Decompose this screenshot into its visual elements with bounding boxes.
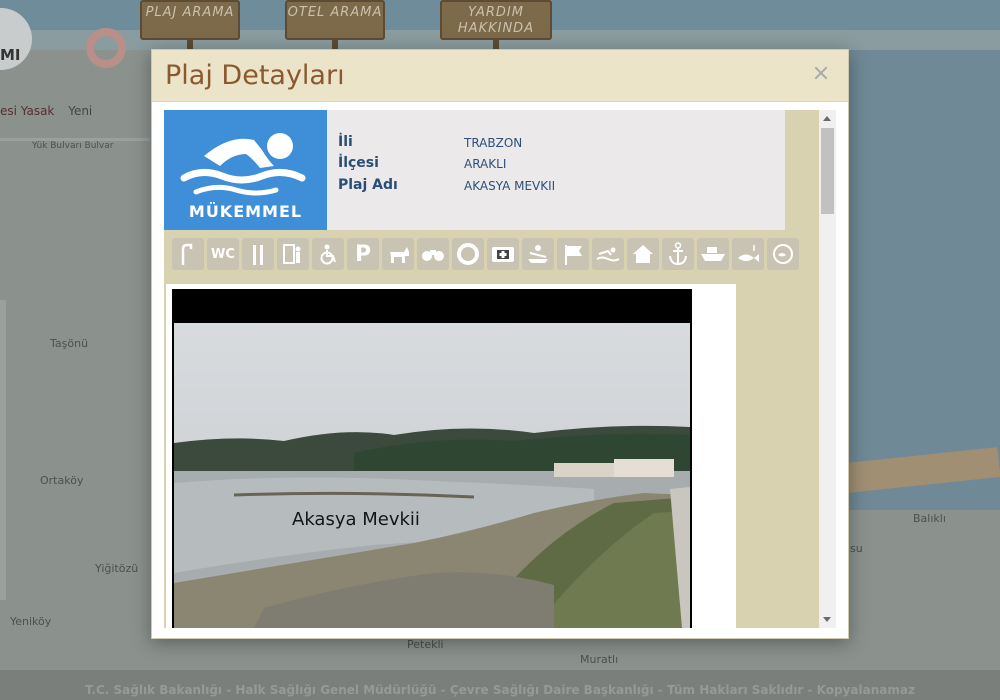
map-place-label: Yeniköy	[10, 615, 52, 628]
first-aid-icon	[487, 238, 519, 270]
parking-icon: P	[347, 238, 379, 270]
rowing-icon	[522, 238, 554, 270]
map-place-label: Yiğitözü	[95, 562, 139, 575]
info-value: TRABZON	[464, 136, 523, 150]
map-place-label: Taşönü	[50, 337, 89, 350]
house-icon	[627, 238, 659, 270]
map-place-label: Balıklı	[913, 512, 946, 525]
modal-header: Plaj Detayları	[152, 50, 848, 102]
info-label: Plaj Adı	[338, 177, 398, 193]
nav-beach-search[interactable]: PLAJ ARAMA	[140, 0, 240, 40]
map-road-label: Yük Bulvarı Bulvar	[32, 141, 114, 151]
parking-label: P	[354, 241, 372, 267]
scroll-down-icon[interactable]	[823, 617, 831, 622]
quality-badge: MÜKEMMEL	[164, 110, 327, 230]
legend-forbidden: esi Yasak	[0, 104, 55, 118]
info-value: ARAKLI	[464, 157, 507, 171]
badge-label: MÜKEMMEL	[188, 202, 303, 221]
shower-icon	[172, 238, 204, 270]
map-legend: esi Yasak Yeni	[0, 104, 92, 118]
map-place-label: su	[850, 542, 863, 555]
beach-info-card: MÜKEMMEL İli TRABZON İlçesi ARAKLI Plaj …	[164, 110, 785, 230]
scroll-thumb[interactable]	[821, 128, 834, 214]
flag-icon	[557, 238, 589, 270]
nav-help-about[interactable]: YARDIM HAKKINDA	[440, 0, 552, 40]
lifebuoy-logo-icon	[86, 28, 126, 68]
binoculars-icon	[417, 238, 449, 270]
footer: T.C. Sağlık Bakanlığı - Halk Sağlığı Gen…	[0, 670, 1000, 700]
beach-photo[interactable]: Akasya Mevkii	[172, 289, 692, 628]
info-value: AKASYA MEVKII	[464, 179, 556, 193]
modal-title: Plaj Detayları	[165, 60, 345, 91]
map-place-label: Muratlı	[580, 653, 619, 666]
aquarium-icon	[767, 238, 799, 270]
facility-icons: WC P	[172, 238, 802, 270]
anchor-icon	[662, 238, 694, 270]
logo-text: MI	[0, 46, 21, 64]
boat-icon	[697, 238, 729, 270]
map-place-label: Petekli	[407, 638, 444, 651]
restaurant-icon	[242, 238, 274, 270]
modal-scrollbar[interactable]	[819, 110, 836, 628]
pets-icon	[382, 238, 414, 270]
close-icon[interactable]	[812, 64, 830, 82]
map-place-label: Ortaköy	[40, 474, 84, 487]
beach-photo-frame: Akasya Mevkii	[166, 284, 736, 628]
accessible-icon	[312, 238, 344, 270]
fishing-icon	[732, 238, 764, 270]
info-label: İli	[338, 134, 353, 150]
beach-details-modal: Plaj Detayları MÜKEMMEL İli TRABZON İlçe…	[151, 49, 849, 639]
modal-content: MÜKEMMEL İli TRABZON İlçesi ARAKLI Plaj …	[164, 110, 836, 628]
wc-label: WC	[211, 246, 235, 262]
beach-landscape	[174, 323, 690, 628]
scroll-up-icon[interactable]	[823, 116, 831, 121]
legend-new: Yeni	[68, 104, 93, 118]
info-label: İlçesi	[338, 155, 379, 171]
wc-icon: WC	[207, 238, 239, 270]
photo-caption: Akasya Mevkii	[292, 509, 420, 530]
changing-room-icon	[277, 238, 309, 270]
swimmer-icon	[180, 133, 306, 196]
lifebuoy-icon	[452, 238, 484, 270]
swimming-icon	[592, 238, 624, 270]
nav-hotel-search[interactable]: OTEL ARAMA	[285, 0, 385, 40]
map-road	[0, 300, 6, 600]
